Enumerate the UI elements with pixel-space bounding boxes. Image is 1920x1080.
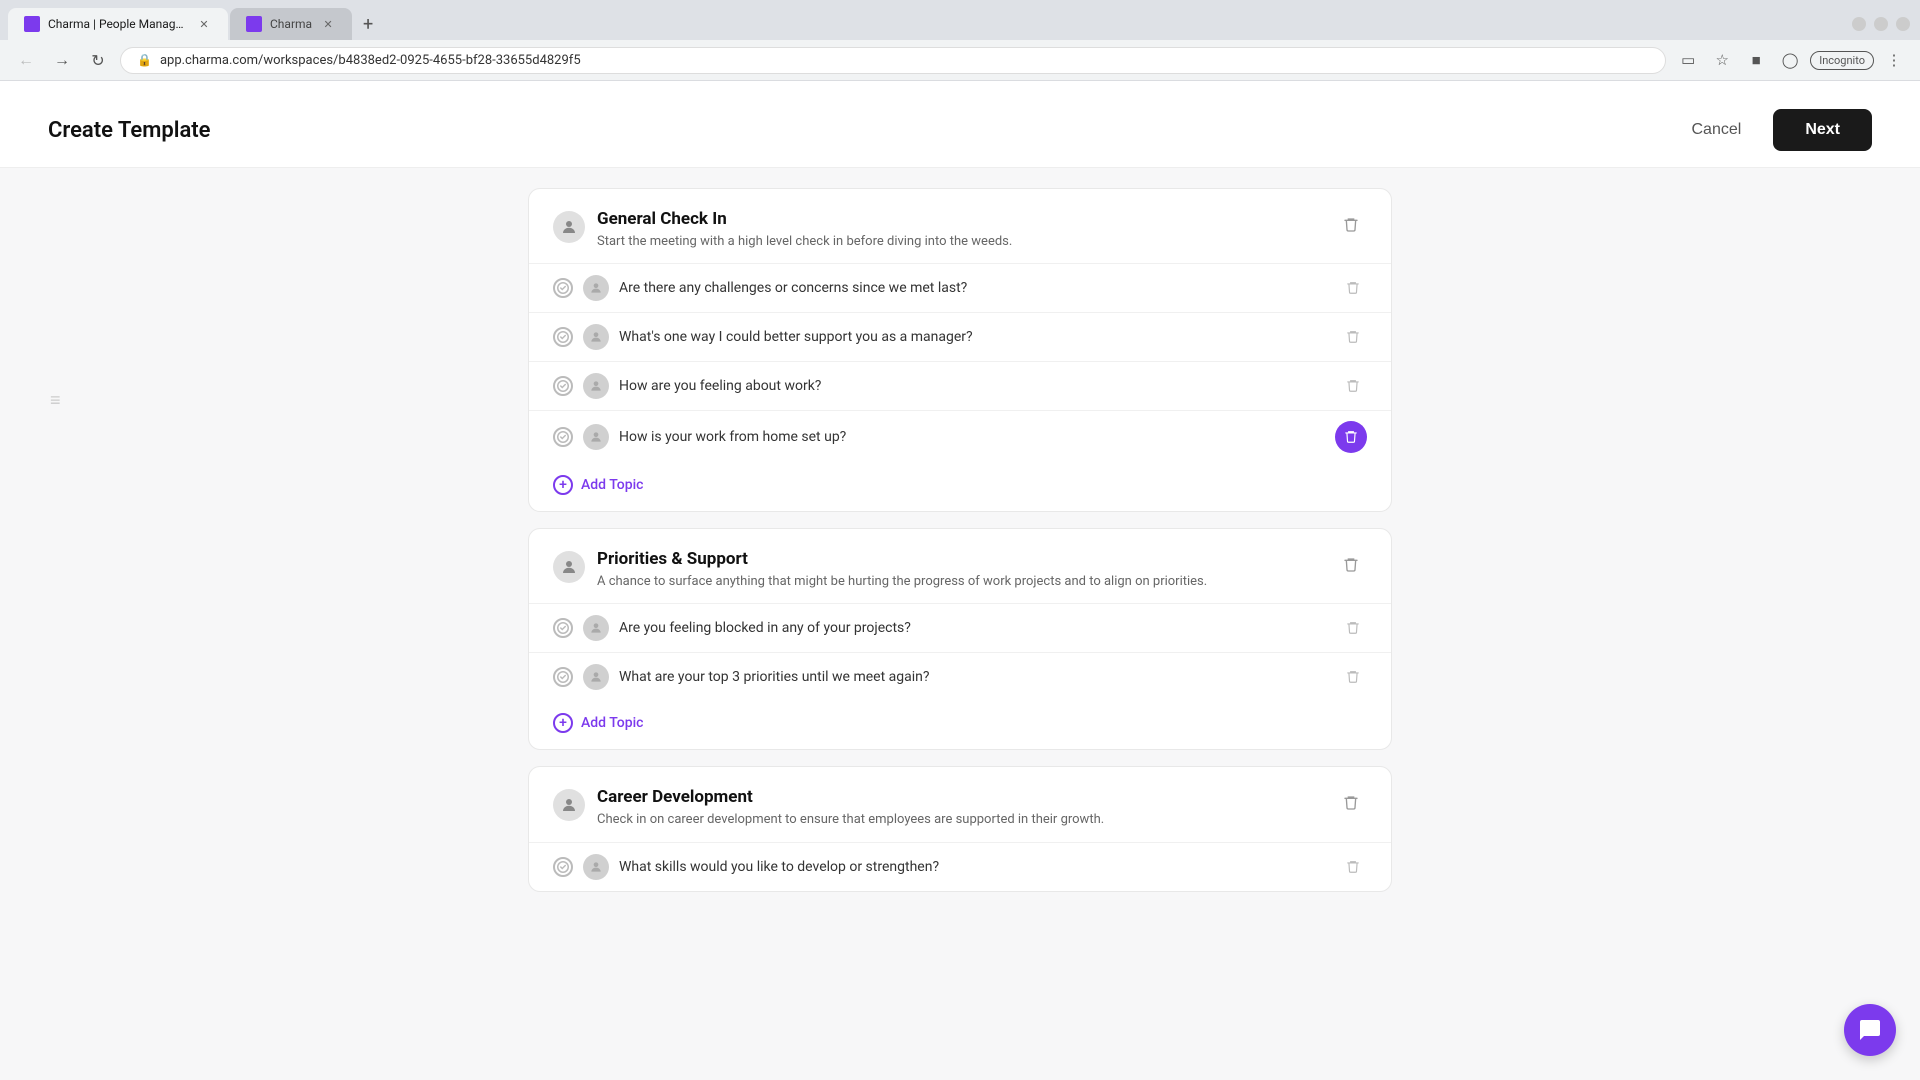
topic-row: What's one way I could better support yo… (529, 312, 1391, 361)
section-avatar-career (553, 789, 585, 821)
section-header-left-2: Priorities & Support A chance to surface… (553, 549, 1207, 591)
delete-topic-6[interactable] (1339, 663, 1367, 691)
topic-check (553, 667, 573, 687)
section-header-left: General Check In Start the meeting with … (553, 209, 1012, 251)
add-topic-icon-2: + (553, 713, 573, 733)
back-button[interactable]: ← (12, 46, 40, 74)
reload-button[interactable]: ↻ (84, 46, 112, 74)
delete-section-career[interactable] (1335, 787, 1367, 819)
tab-1[interactable]: Charma | People Management S... ✕ (8, 8, 228, 40)
delete-topic-5[interactable] (1339, 614, 1367, 642)
section-priorities-support: Priorities & Support A chance to surface… (528, 528, 1392, 750)
tab-label-1: Charma | People Management S... (48, 17, 188, 31)
section-general-check-in: General Check In Start the meeting with … (528, 188, 1392, 512)
section-header-priorities: Priorities & Support A chance to surface… (529, 529, 1391, 603)
topic-check (553, 618, 573, 638)
account-button[interactable]: ◯ (1776, 46, 1804, 74)
content-area: General Check In Start the meeting with … (480, 168, 1440, 1068)
lock-icon: 🔒 (137, 53, 152, 67)
header-actions: Cancel Next (1676, 109, 1873, 151)
topic-text-6: What are your top 3 priorities until we … (619, 669, 1329, 685)
add-topic-label-2: Add Topic (581, 715, 644, 731)
url-text: app.charma.com/workspaces/b4838ed2-0925-… (160, 53, 581, 68)
add-topic-icon: + (553, 475, 573, 495)
delete-topic-7[interactable] (1339, 853, 1367, 881)
section-career-development: Career Development Check in on career de… (528, 766, 1392, 891)
topic-text-7: What skills would you like to develop or… (619, 859, 1329, 875)
cast-button[interactable]: ▭ (1674, 46, 1702, 74)
extension-button[interactable]: ■ (1742, 46, 1770, 74)
add-topic-label: Add Topic (581, 477, 644, 493)
tab-favicon-1 (24, 16, 40, 32)
section-title-priorities: Priorities & Support (597, 549, 1207, 569)
section-desc-career: Check in on career development to ensure… (597, 811, 1104, 829)
delete-topic-1[interactable] (1339, 274, 1367, 302)
section-header-left-3: Career Development Check in on career de… (553, 787, 1104, 829)
topic-text-2: What's one way I could better support yo… (619, 329, 1329, 345)
section-desc-general: Start the meeting with a high level chec… (597, 233, 1012, 251)
delete-section-priorities[interactable] (1335, 549, 1367, 581)
topic-row-career: What skills would you like to develop or… (529, 842, 1391, 891)
tab-label-2: Charma (270, 17, 312, 31)
new-tab-button[interactable]: + (354, 10, 382, 38)
tab-bar: Charma | People Management S... ✕ Charma… (0, 0, 1920, 40)
tab-close-1[interactable]: ✕ (196, 16, 212, 32)
section-avatar-general (553, 211, 585, 243)
topic-check (553, 278, 573, 298)
topic-avatar (583, 324, 609, 350)
section-avatar-priorities (553, 551, 585, 583)
section-title-career: Career Development (597, 787, 1104, 807)
address-bar-row: ← → ↻ 🔒 app.charma.com/workspaces/b4838e… (0, 40, 1920, 80)
topic-check (553, 427, 573, 447)
tab-favicon-2 (246, 16, 262, 32)
incognito-badge: Incognito (1810, 51, 1874, 70)
drag-handle-icon: ≡ (50, 390, 61, 411)
delete-topic-2[interactable] (1339, 323, 1367, 351)
window-close[interactable] (1896, 17, 1910, 31)
app-header: Create Template Cancel Next (0, 81, 1920, 168)
section-header-career: Career Development Check in on career de… (529, 767, 1391, 841)
bookmark-button[interactable]: ☆ (1708, 46, 1736, 74)
topic-text-4: How is your work from home set up? (619, 429, 1325, 445)
window-maximize[interactable] (1874, 17, 1888, 31)
topic-check (553, 327, 573, 347)
topic-avatar (583, 275, 609, 301)
add-topic-general[interactable]: + Add Topic (529, 463, 1391, 511)
topic-row: What are your top 3 priorities until we … (529, 652, 1391, 701)
topic-avatar (583, 615, 609, 641)
next-button[interactable]: Next (1773, 109, 1872, 151)
topic-avatar (583, 854, 609, 880)
topic-text-5: Are you feeling blocked in any of your p… (619, 620, 1329, 636)
forward-button[interactable]: → (48, 46, 76, 74)
section-desc-priorities: A chance to surface anything that might … (597, 573, 1207, 591)
delete-topic-4-active[interactable] (1335, 421, 1367, 453)
tab-2[interactable]: Charma ✕ (230, 8, 352, 40)
topic-avatar (583, 424, 609, 450)
add-topic-priorities[interactable]: + Add Topic (529, 701, 1391, 749)
browser-chrome: Charma | People Management S... ✕ Charma… (0, 0, 1920, 81)
topic-row: How are you feeling about work? (529, 361, 1391, 410)
topic-avatar (583, 664, 609, 690)
topic-check (553, 857, 573, 877)
topic-check (553, 376, 573, 396)
section-header-general: General Check In Start the meeting with … (529, 189, 1391, 263)
topic-row-active: How is your work from home set up? (529, 410, 1391, 463)
section-title-general: General Check In (597, 209, 1012, 229)
delete-section-general[interactable] (1335, 209, 1367, 241)
chat-bubble-button[interactable] (1844, 1004, 1896, 1056)
delete-topic-3[interactable] (1339, 372, 1367, 400)
tab-close-2[interactable]: ✕ (320, 16, 336, 32)
window-minimize[interactable] (1852, 17, 1866, 31)
page-title: Create Template (48, 118, 211, 143)
topic-row: Are you feeling blocked in any of your p… (529, 603, 1391, 652)
topic-text-1: Are there any challenges or concerns sin… (619, 280, 1329, 296)
topic-avatar (583, 373, 609, 399)
browser-actions: ▭ ☆ ■ ◯ Incognito ⋮ (1674, 46, 1908, 74)
topic-text-3: How are you feeling about work? (619, 378, 1329, 394)
topic-row: Are there any challenges or concerns sin… (529, 263, 1391, 312)
address-bar[interactable]: 🔒 app.charma.com/workspaces/b4838ed2-092… (120, 47, 1666, 74)
cancel-button[interactable]: Cancel (1676, 113, 1758, 147)
more-button[interactable]: ⋮ (1880, 46, 1908, 74)
